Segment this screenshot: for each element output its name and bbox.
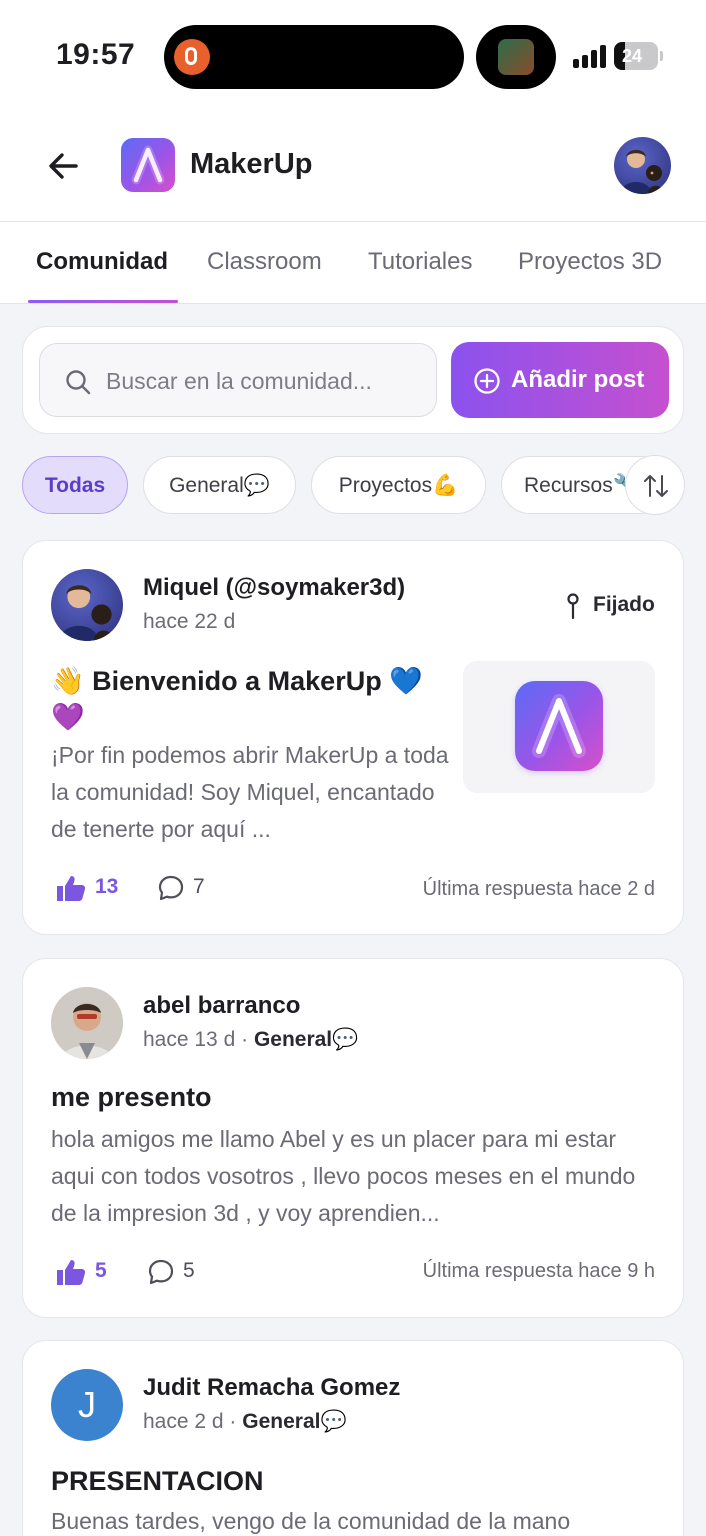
activity-icon <box>174 39 210 75</box>
like-count: 13 <box>95 875 119 898</box>
filter-general[interactable]: General💬 <box>143 456 296 514</box>
live-activity-app-icon <box>498 39 534 75</box>
like-count: 5 <box>95 1259 107 1282</box>
plus-circle-icon <box>474 368 500 394</box>
post-excerpt: Buenas tardes, vengo de la comunidad de … <box>51 1508 571 1534</box>
search-card: Buscar en la comunidad... Añadir post <box>22 326 684 434</box>
tab-tutoriales[interactable]: Tutoriales <box>368 248 472 276</box>
post-card[interactable]: Miquel (@soymaker3d) hace 22 d Fijado 👋 … <box>22 540 684 935</box>
post-author: Judit Remacha Gomez <box>143 1374 401 1401</box>
add-post-button[interactable]: Añadir post <box>451 342 669 418</box>
tab-comunidad[interactable]: Comunidad <box>36 248 168 276</box>
dynamic-island <box>164 25 464 89</box>
sort-button[interactable] <box>625 455 685 515</box>
post-meta: hace 13 d · General💬 <box>143 1028 358 1052</box>
post-excerpt: ¡Por fin podemos abrir MakerUp a toda la… <box>51 742 449 842</box>
add-post-label: Añadir post <box>511 366 645 393</box>
active-tab-indicator <box>28 300 178 303</box>
author-avatar: J <box>51 1369 123 1441</box>
post-timestamp: hace 13 d <box>143 1028 236 1051</box>
signal-icon <box>573 44 607 68</box>
filter-proyectos[interactable]: Proyectos💪 <box>311 456 486 514</box>
search-icon <box>66 370 91 395</box>
author-avatar <box>51 569 123 641</box>
user-avatar[interactable] <box>614 137 671 194</box>
post-author: abel barranco <box>143 992 301 1019</box>
pin-icon <box>567 593 579 620</box>
post-author: Miquel (@soymaker3d) <box>143 574 406 601</box>
pinned-label: Fijado <box>593 593 655 616</box>
post-thumbnail <box>463 661 655 793</box>
post-excerpt: hola amigos me llamo Abel y es un placer… <box>51 1126 636 1226</box>
post-card[interactable]: abel barranco hace 13 d · General💬 me pr… <box>22 958 684 1318</box>
author-avatar <box>51 987 123 1059</box>
comment-count: 5 <box>183 1259 195 1282</box>
post-timestamp: hace 2 d <box>143 1410 224 1433</box>
section-tabs: Comunidad Classroom Tutoriales Proyectos… <box>0 222 706 304</box>
last-reply: Última respuesta hace 9 h <box>422 1260 655 1282</box>
post-reactions: 13 7 <box>55 871 255 905</box>
post-category[interactable]: General💬 <box>242 1410 346 1433</box>
thumbs-up-icon[interactable] <box>55 873 87 903</box>
app-header: MakerUp <box>0 112 706 222</box>
post-title: PRESENTACION <box>51 1466 264 1496</box>
dynamic-island-app <box>476 25 556 89</box>
filter-todas[interactable]: Todas <box>22 456 128 514</box>
post-card[interactable]: J Judit Remacha Gomez hace 2 d · General… <box>22 1340 684 1536</box>
post-timestamp: hace 22 d <box>143 610 236 633</box>
post-title: 👋 Bienvenido a MakerUp 💙💜 <box>51 666 423 732</box>
status-bar: 19:57 24 <box>0 0 706 112</box>
post-meta: hace 2 d · General💬 <box>143 1410 347 1434</box>
back-arrow-icon[interactable] <box>44 146 84 186</box>
comment-count: 7 <box>193 875 205 898</box>
post-time: hace 22 d <box>143 610 235 634</box>
battery-icon: 24 <box>614 42 663 70</box>
category-filters: Todas General💬 Proyectos💪 Recursos🔧 <box>0 455 706 517</box>
makerup-logo-image <box>515 681 603 771</box>
tab-proyectos-3d[interactable]: Proyectos 3D <box>518 248 662 276</box>
comment-icon[interactable] <box>147 1258 175 1286</box>
meta-separator: · <box>241 1028 249 1051</box>
thumbs-up-icon[interactable] <box>55 1257 87 1287</box>
search-input[interactable]: Buscar en la comunidad... <box>39 343 437 417</box>
app-title: MakerUp <box>190 148 313 180</box>
sort-arrows-icon <box>644 475 668 497</box>
post-reactions: 5 5 <box>55 1255 255 1289</box>
search-placeholder: Buscar en la comunidad... <box>106 368 372 394</box>
post-title: me presento <box>51 1082 212 1112</box>
tab-classroom[interactable]: Classroom <box>207 248 322 276</box>
comment-icon[interactable] <box>157 874 185 902</box>
status-time: 19:57 <box>56 38 136 71</box>
app-logo <box>121 138 175 192</box>
battery-level: 24 <box>622 46 643 66</box>
post-category[interactable]: General💬 <box>254 1028 358 1051</box>
last-reply: Última respuesta hace 2 d <box>422 878 655 900</box>
meta-separator: · <box>229 1410 237 1433</box>
